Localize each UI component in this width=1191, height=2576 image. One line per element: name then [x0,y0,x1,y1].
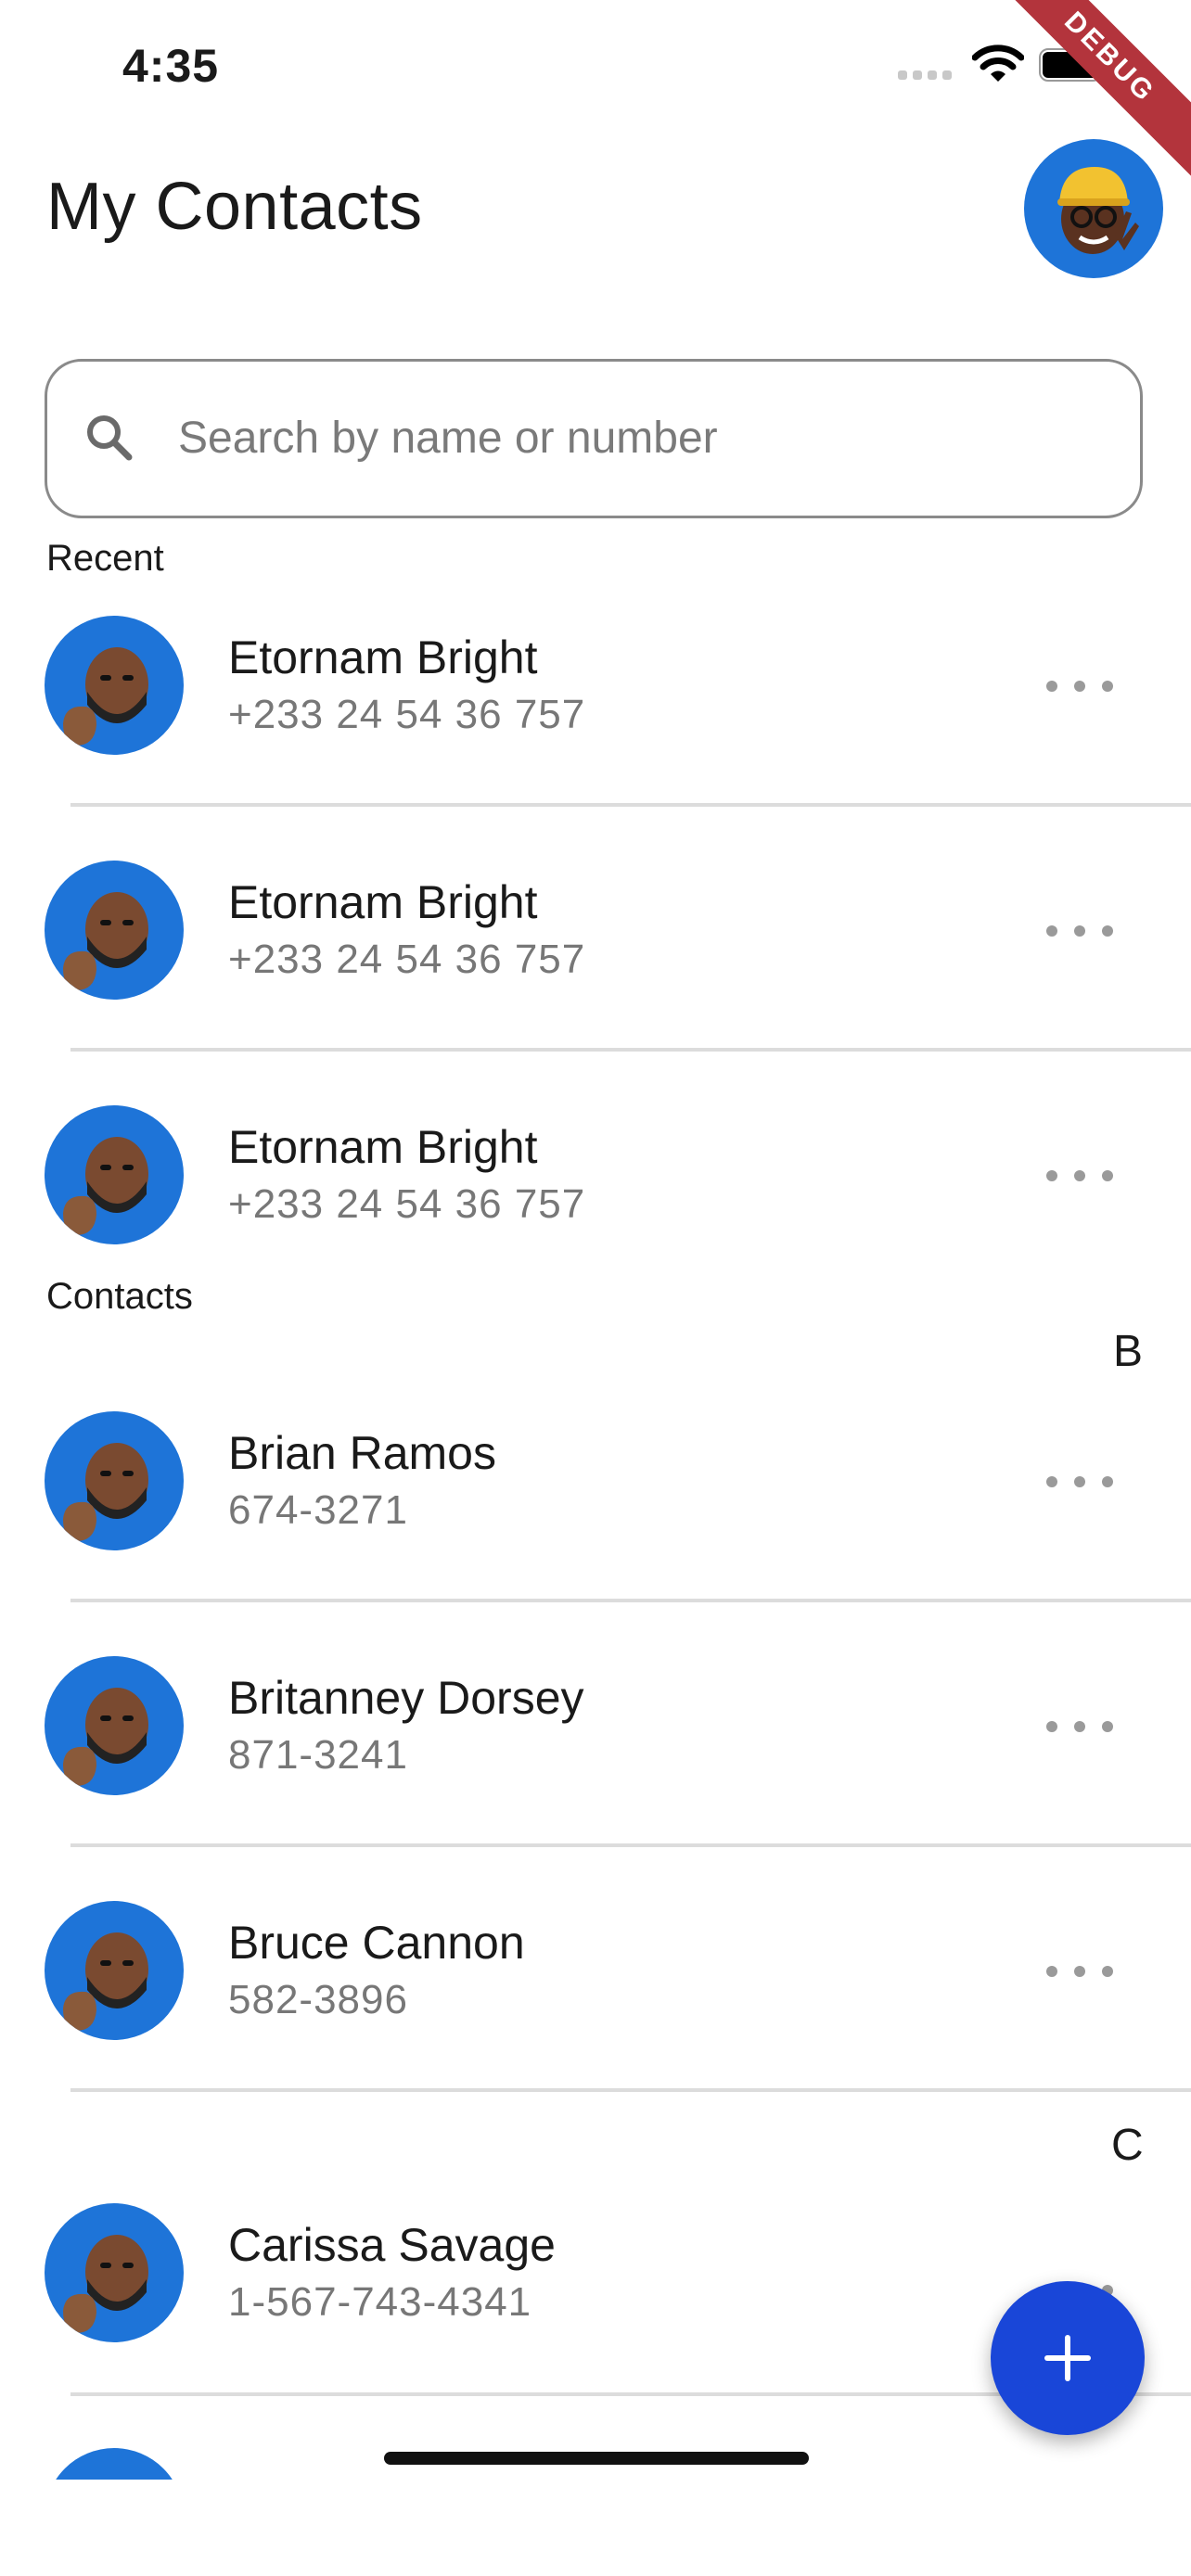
contact-phone: 582-3896 [228,1977,408,2022]
memoji-cap-icon [1057,167,1139,254]
avatar [45,1105,184,1244]
section-label-contacts: Contacts [46,1276,193,1317]
profile-avatar[interactable] [1024,139,1163,278]
avatar [45,2448,184,2480]
contact-name: Britanney Dorsey [228,1672,584,1724]
divider [70,2088,1191,2092]
avatar [45,1656,184,1795]
contact-row[interactable]: Etornam Bright +233 24 54 36 757 [0,606,1191,851]
divider [70,1599,1191,1602]
more-options-icon[interactable] [1046,1708,1113,1745]
page-title: My Contacts [46,170,423,244]
memoji-avatar-icon [63,1443,148,1541]
wifi-icon [972,45,1024,82]
avatar [45,861,184,1000]
contact-row[interactable]: Britanney Dorsey 871-3241 [0,1647,1191,1892]
divider [70,1048,1191,1052]
avatar [45,616,184,755]
search-icon [87,415,133,461]
contact-name: Brian Ramos [228,1427,496,1479]
contact-phone: 871-3241 [228,1732,408,1778]
more-options-icon[interactable] [1046,1157,1113,1194]
divider [70,803,1191,807]
contact-phone: 1-567-743-4341 [228,2279,532,2325]
contact-name: Etornam Bright [228,876,538,928]
contact-name: Etornam Bright [228,631,538,683]
search-input[interactable] [178,408,1087,467]
contact-phone: 674-3271 [228,1487,408,1533]
avatar [45,2203,184,2342]
contact-name: Bruce Cannon [228,1917,525,1969]
contact-row[interactable]: Bruce Cannon 582-3896 [0,1892,1191,2136]
contact-name: Etornam Bright [228,1121,538,1173]
contact-row[interactable]: Etornam Bright +233 24 54 36 757 [0,851,1191,1096]
more-options-icon[interactable] [1046,1953,1113,1990]
more-options-icon[interactable] [1046,668,1113,705]
letter-header-b: B [1113,1327,1144,1376]
contact-row[interactable]: Brian Ramos 674-3271 [0,1402,1191,1647]
status-time: 4:35 [122,40,220,92]
contact-phone: +233 24 54 36 757 [228,1181,586,1227]
contact-name: Carissa Savage [228,2219,556,2271]
avatar [45,1901,184,2040]
memoji-avatar-icon [63,1688,148,1786]
more-options-icon[interactable] [1046,912,1113,950]
more-options-icon[interactable] [1046,1463,1113,1500]
contact-phone: +233 24 54 36 757 [228,692,586,737]
plus-icon [1044,2335,1091,2381]
divider [70,1843,1191,1847]
contact-phone: +233 24 54 36 757 [228,937,586,982]
add-contact-button[interactable] [991,2281,1145,2435]
memoji-avatar-icon [63,2235,148,2333]
section-label-recent: Recent [46,538,164,579]
memoji-avatar-icon [63,1932,148,2031]
memoji-avatar-icon [63,647,148,746]
home-indicator[interactable] [384,2452,809,2465]
avatar [45,1411,184,1550]
cellular-signal-icon [898,70,952,80]
memoji-avatar-icon [63,892,148,990]
letter-header-c: C [1111,2121,1144,2170]
memoji-avatar-icon [63,1137,148,1235]
